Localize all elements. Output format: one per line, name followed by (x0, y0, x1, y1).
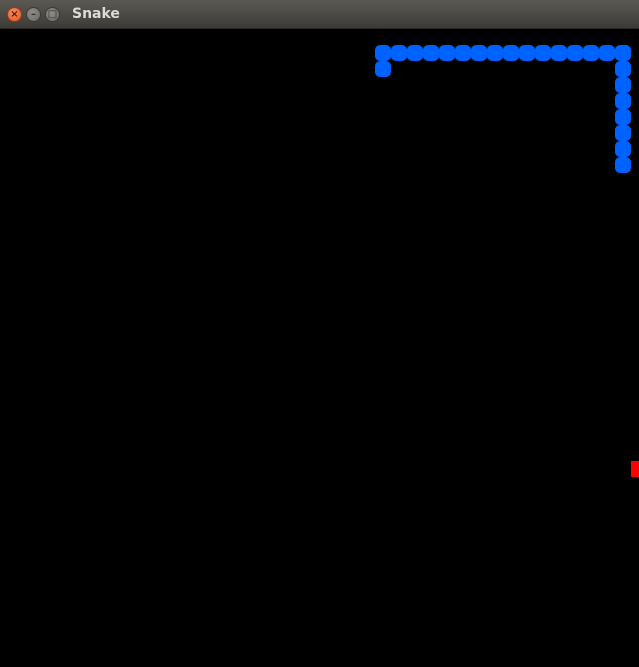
snake-segment (615, 77, 631, 93)
snake-head (375, 61, 391, 77)
snake-segment (615, 157, 631, 173)
snake-segment (615, 61, 631, 77)
snake-segment (615, 93, 631, 109)
snake-segment (471, 45, 487, 61)
snake-segment (583, 45, 599, 61)
game-board[interactable] (0, 29, 639, 667)
snake-segment (407, 45, 423, 61)
snake-segment (599, 45, 615, 61)
minimize-button[interactable]: – (26, 7, 41, 22)
snake-segment (487, 45, 503, 61)
snake-segment (503, 45, 519, 61)
title-bar[interactable]: × – □ Snake (0, 0, 639, 29)
maximize-button[interactable]: □ (45, 7, 60, 22)
snake-window: × – □ Snake (0, 0, 639, 667)
snake-segment (615, 109, 631, 125)
food-pellet (631, 461, 639, 477)
snake-segment (615, 125, 631, 141)
snake-segment (455, 45, 471, 61)
snake-segment (439, 45, 455, 61)
snake-segment (423, 45, 439, 61)
window-title: Snake (72, 6, 120, 22)
snake-segment (375, 45, 391, 61)
snake-segment (535, 45, 551, 61)
snake-segment (567, 45, 583, 61)
snake-segment (615, 141, 631, 157)
snake-segment (519, 45, 535, 61)
snake-segment (551, 45, 567, 61)
snake-segment (391, 45, 407, 61)
close-button[interactable]: × (7, 7, 22, 22)
snake-segment (615, 45, 631, 61)
